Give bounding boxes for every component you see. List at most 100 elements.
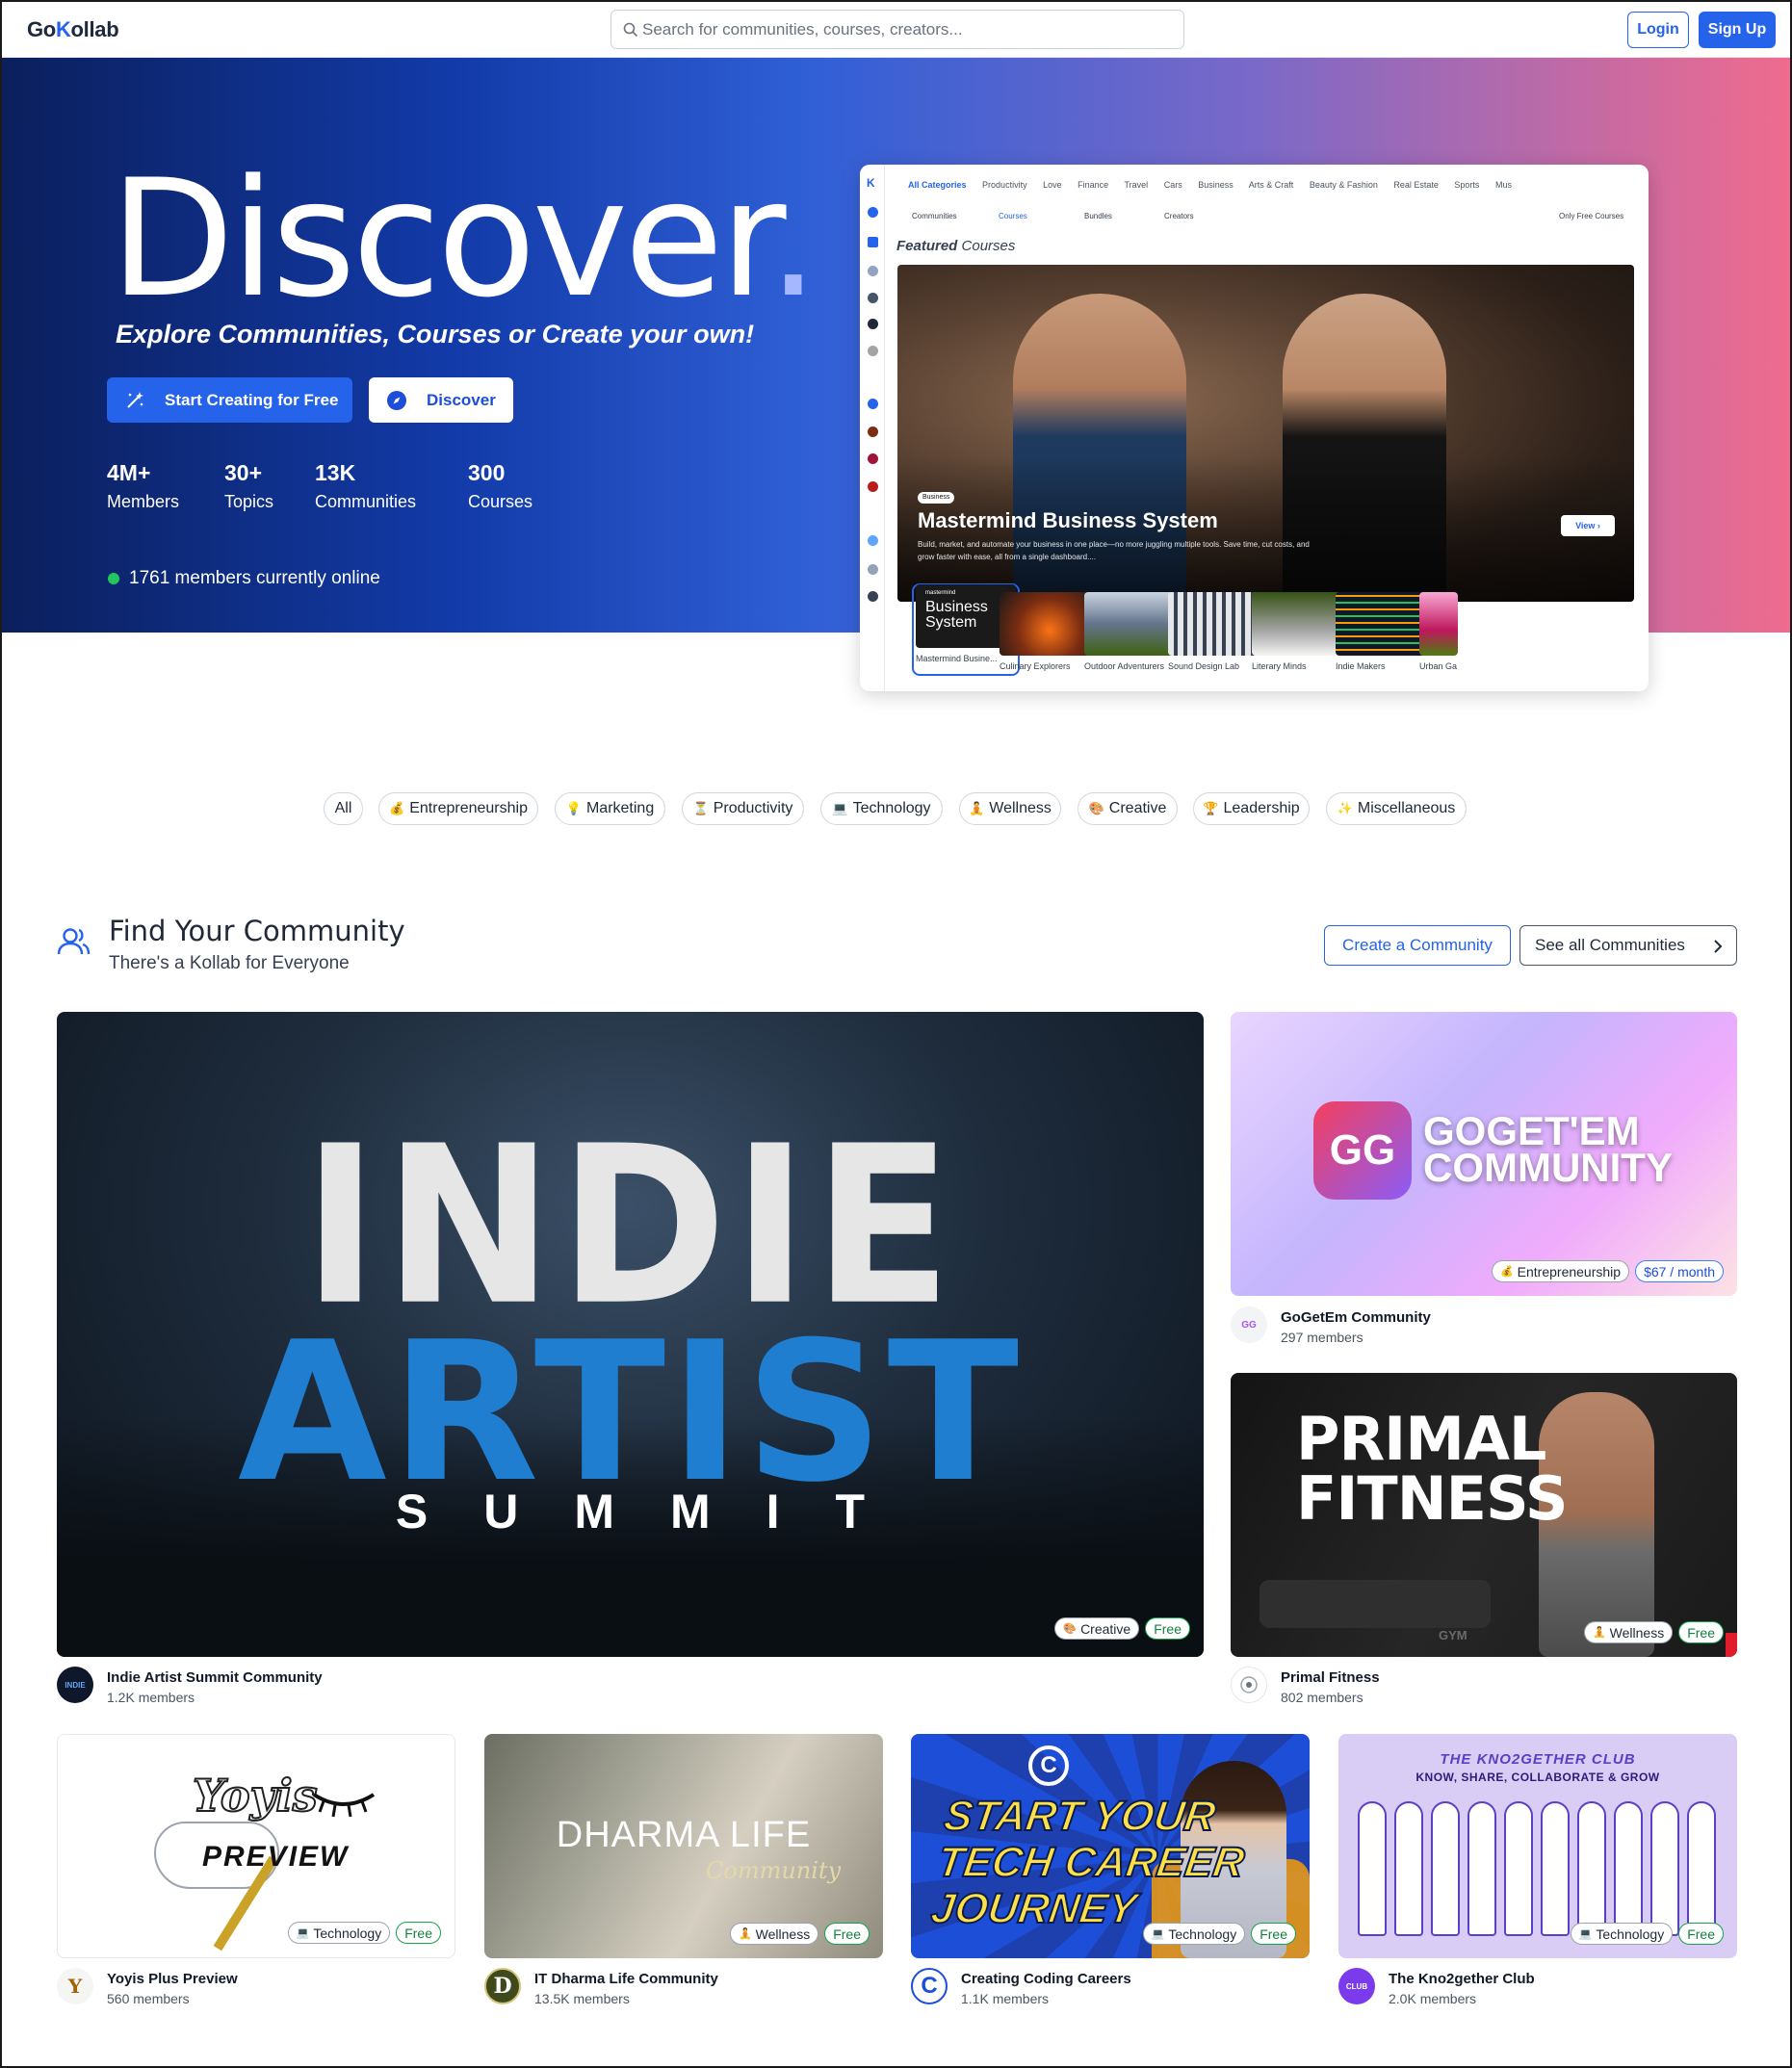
community-card-image[interactable]: Yoyis PREVIEW 💻 Technology Free <box>57 1734 455 1958</box>
preview-sidebar: K <box>860 165 885 691</box>
community-card-image[interactable]: C START YOUR TECH CAREER JOURNEY 💻 Technolo… <box>911 1734 1310 1958</box>
community-card-meta[interactable]: Y Yoyis Plus Preview 560 members <box>57 1968 238 2006</box>
community-avatar: D <box>484 1968 521 2004</box>
goget-logo: GG <box>1313 1101 1412 1200</box>
community-members: 1.1K members <box>961 1991 1050 2006</box>
category-filter-bar: All 💰 Entrepreneurship 💡 Marketing ⏳ Produc… <box>0 792 1792 825</box>
hero-subtitle: Explore Communities, Courses or Create y… <box>116 320 755 349</box>
stat-courses: 300 Courses <box>468 460 533 511</box>
community-card-meta[interactable]: CLUB The Kno2gether Club 2.0K members <box>1338 1968 1535 2006</box>
preview-thumb: Urban Ga <box>1419 592 1519 671</box>
logo-k-mark: K <box>55 17 71 41</box>
chevron-right-icon <box>1714 940 1723 953</box>
card-art-text: PRIMAL FITNESS <box>1296 1404 1568 1534</box>
community-card-meta[interactable]: INDIE Indie Artist Summit Community 1.2K … <box>57 1667 323 1705</box>
card-art-text: KNOW, SHARE, COLLABORATE & GROW <box>1415 1771 1660 1784</box>
stat-topics: 30+ Topics <box>224 460 274 511</box>
community-members: 13.5K members <box>534 1991 630 2006</box>
coding-careers-logo: C <box>1028 1745 1069 1786</box>
discover-button[interactable]: Discover <box>369 377 513 423</box>
community-card-image[interactable]: THE KNO2GETHER CLUB KNOW, SHARE, COLLABO… <box>1338 1734 1737 1958</box>
filter-leadership[interactable]: 🏆 Leadership <box>1193 792 1310 825</box>
see-all-communities-button[interactable]: See all Communities <box>1519 925 1737 966</box>
palette-icon: 🎨 <box>1088 801 1104 815</box>
community-members: 297 members <box>1281 1330 1363 1345</box>
person-illustration <box>1687 1801 1716 1936</box>
filter-miscellaneous[interactable]: ✨ Miscellaneous <box>1326 792 1467 825</box>
preview-tabs: Communities Courses Bundles Creators Onl… <box>912 212 1624 220</box>
category-tag: 🧘 Wellness <box>1583 1621 1674 1643</box>
top-nav: GoKollab Login Sign Up <box>2 2 1790 58</box>
card-tags: 🧘 Wellness Free <box>729 1923 870 1945</box>
community-card-image[interactable]: PRIMAL FITNESS GYM 🧘 Wellness Free <box>1231 1373 1737 1657</box>
section-subtitle: There's a Kollab for Everyone <box>109 953 350 973</box>
community-avatar: CLUB <box>1338 1968 1375 2004</box>
card-art-text: SUMMIT <box>395 1485 922 1538</box>
filter-creative[interactable]: 🎨 Creative <box>1078 792 1178 825</box>
community-avatar: GG <box>1231 1306 1267 1343</box>
laptop-icon: 💻 <box>832 801 848 815</box>
meditation-icon: 🧘 <box>738 1928 752 1940</box>
palette-icon: 🎨 <box>1063 1623 1078 1635</box>
filter-wellness[interactable]: 🧘 Wellness <box>959 792 1061 825</box>
create-community-button[interactable]: Create a Community <box>1324 925 1511 966</box>
meditation-icon: 🧘 <box>969 801 985 815</box>
person-illustration <box>1504 1801 1533 1936</box>
filter-technology[interactable]: 💻 Technology <box>820 792 943 825</box>
trophy-icon: 🏆 <box>1203 801 1219 815</box>
search-bar[interactable] <box>610 10 1184 49</box>
magic-wand-icon <box>127 392 143 408</box>
community-card-image[interactable]: GG GOGET'EM COMMUNITY 💰 Entrepreneurship $… <box>1231 1012 1737 1296</box>
preview-course-desc: Build, market, and automate your busines… <box>918 540 1310 561</box>
signup-button[interactable]: Sign Up <box>1699 12 1776 48</box>
card-art-text: Yoyis <box>192 1769 319 1822</box>
filter-all[interactable]: All <box>324 792 363 825</box>
community-card-meta[interactable]: GG GoGetEm Community 297 members <box>1231 1306 1431 1345</box>
community-avatar: Y <box>57 1968 93 2004</box>
search-input[interactable] <box>642 16 1172 43</box>
preview-users-icon <box>868 266 878 276</box>
category-tag: 🎨 Creative <box>1054 1617 1140 1640</box>
online-dot <box>108 573 119 584</box>
money-bag-icon: 💰 <box>1499 1266 1514 1278</box>
preview-featured-heading: Featured Courses <box>896 238 1016 254</box>
category-tag: 💻 Technology <box>287 1922 391 1944</box>
person-illustration <box>1358 1801 1387 1936</box>
card-tags: 💻 Technology Free <box>1142 1923 1296 1945</box>
gokollab-logo[interactable]: GoKollab <box>27 17 119 42</box>
preview-category-bar: All Categories Productivity Love Finance… <box>908 180 1512 190</box>
preview-plus-icon <box>868 237 878 247</box>
community-card-image[interactable]: DHARMA LIFE Community 🧘 Wellness Free <box>484 1734 883 1958</box>
filter-marketing[interactable]: 💡 Marketing <box>555 792 665 825</box>
community-card-image[interactable]: INDIE ARTIST SUMMIT 🎨 Creative Free <box>57 1012 1204 1657</box>
preview-course-title: Mastermind Business System <box>918 508 1218 532</box>
start-creating-button[interactable]: Start Creating for Free <box>107 377 352 423</box>
filter-productivity[interactable]: ⏳ Productivity <box>682 792 804 825</box>
price-tag: $67 / month <box>1635 1260 1724 1282</box>
community-avatar: INDIE <box>57 1667 93 1703</box>
community-name: Indie Artist Summit Community <box>107 1669 323 1686</box>
sparkles-icon: ✨ <box>1337 801 1353 815</box>
login-button[interactable]: Login <box>1627 12 1689 48</box>
community-members: 802 members <box>1281 1690 1363 1705</box>
hourglass-icon: ⏳ <box>692 801 709 815</box>
community-name: GoGetEm Community <box>1281 1309 1431 1326</box>
filter-entrepreneurship[interactable]: 💰 Entrepreneurship <box>378 792 538 825</box>
preview-view-button: View › <box>1561 515 1615 536</box>
online-indicator: 1761 members currently online <box>108 568 380 589</box>
community-avatar: C <box>911 1968 948 2004</box>
community-members: 2.0K members <box>1389 1991 1477 2006</box>
category-tag: 💻 Technology <box>1142 1923 1246 1945</box>
preview-course-icon <box>868 453 878 464</box>
community-name: IT Dharma Life Community <box>534 1971 718 1987</box>
lightbulb-icon: 💡 <box>565 801 582 815</box>
community-card-meta[interactable]: Primal Fitness 802 members <box>1231 1667 1380 1705</box>
preview-compass-icon <box>868 207 878 218</box>
community-card-meta[interactable]: D IT Dharma Life Community 13.5K members <box>484 1968 718 2006</box>
community-card-meta[interactable]: C Creating Coding Careers 1.1K members <box>911 1968 1131 2006</box>
person-illustration <box>1541 1801 1570 1936</box>
card-art-text: Community <box>706 1857 842 1884</box>
primal-logo-icon <box>1240 1676 1258 1693</box>
meditation-icon: 🧘 <box>1592 1627 1606 1639</box>
preview-avatar-icon <box>868 591 878 602</box>
